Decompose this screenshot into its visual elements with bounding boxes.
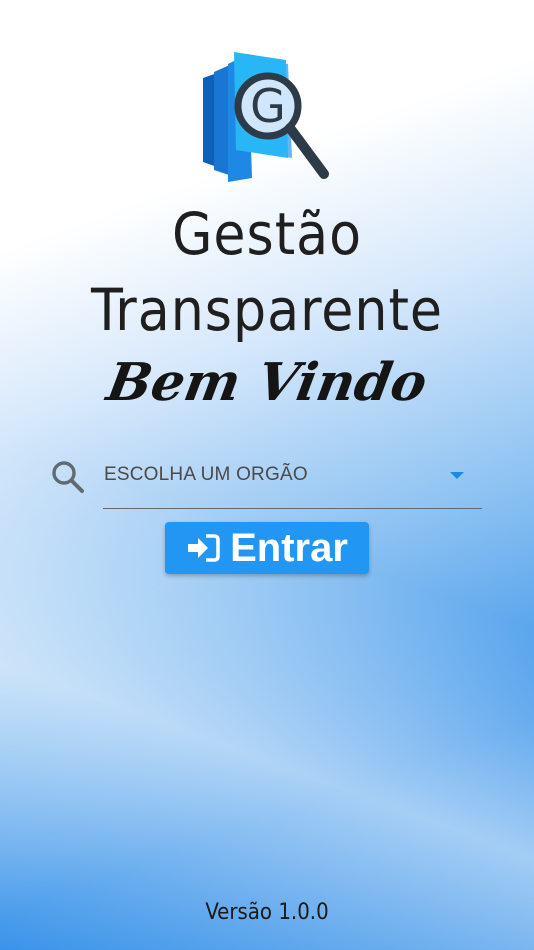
organ-select[interactable]: ESCOLHA UM ORGÃO bbox=[103, 452, 482, 509]
dropdown-arrow-icon bbox=[450, 472, 464, 479]
organ-select-label: ESCOLHA UM ORGÃO bbox=[104, 464, 308, 485]
app-title-line2: Transparente bbox=[90, 276, 444, 344]
svg-text:G: G bbox=[250, 79, 286, 133]
version-text: Versão 1.0.0 bbox=[205, 900, 329, 925]
gt-logo-icon: G bbox=[203, 52, 329, 182]
enter-button[interactable]: Entrar bbox=[165, 522, 369, 574]
sign-in-icon bbox=[188, 534, 220, 562]
app-title-line1: Gestão bbox=[171, 200, 363, 268]
enter-button-label: Entrar bbox=[230, 526, 348, 570]
welcome-text: Bem Vindo bbox=[102, 352, 432, 413]
search-icon bbox=[52, 461, 84, 493]
